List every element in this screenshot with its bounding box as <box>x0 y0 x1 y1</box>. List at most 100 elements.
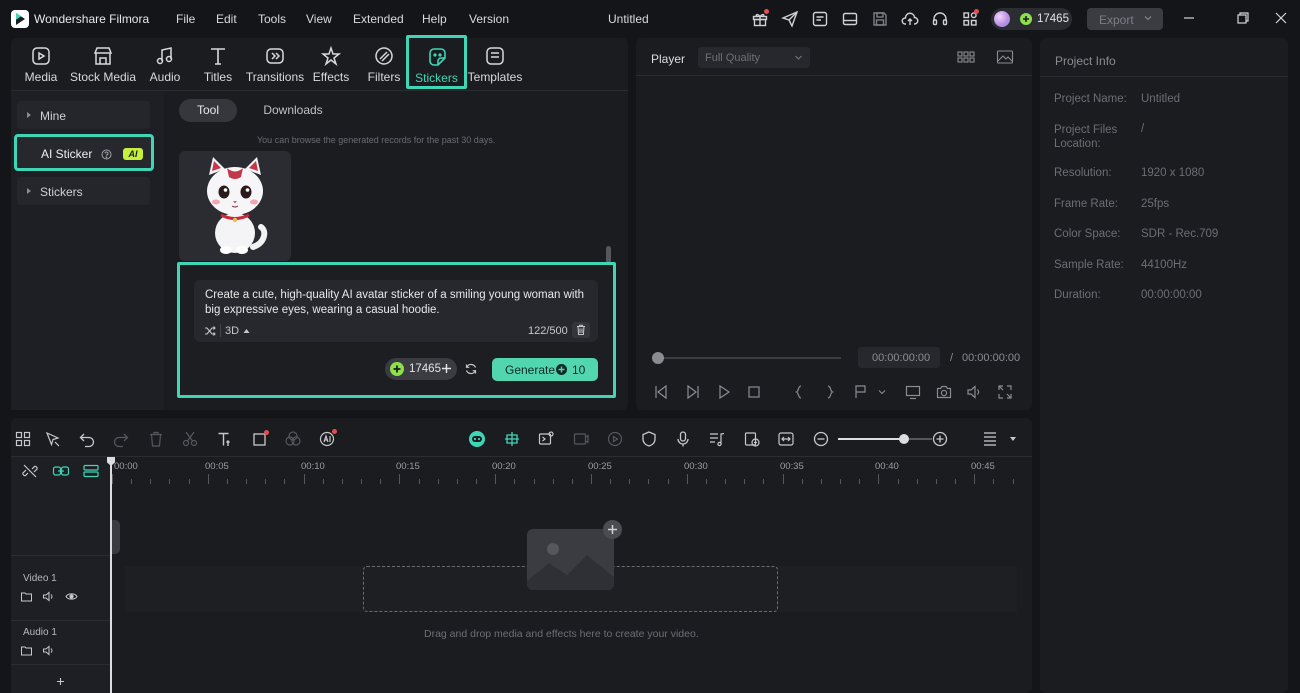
add-track-icon[interactable] <box>56 677 65 686</box>
sidebar-item-ai-sticker[interactable]: AI Sticker AI <box>14 134 154 171</box>
split-scissors-icon[interactable] <box>181 430 199 448</box>
mark-in-icon[interactable] <box>791 384 807 400</box>
auto-highlight-icon[interactable] <box>537 430 555 448</box>
menu-extended[interactable]: Extended <box>353 12 404 26</box>
tab-media[interactable]: Media <box>11 45 71 87</box>
speed-icon[interactable] <box>606 430 624 448</box>
text-tool-icon[interactable] <box>216 430 234 448</box>
tab-stickers[interactable]: Stickers <box>406 35 467 89</box>
shield-icon[interactable] <box>640 430 658 448</box>
tab-templates[interactable]: Templates <box>465 45 525 87</box>
zoom-out-icon[interactable] <box>812 430 830 448</box>
unlink-icon[interactable] <box>22 463 38 479</box>
tab-filters[interactable]: Filters <box>354 45 414 87</box>
current-time-field[interactable]: 00:00:00:00 <box>858 347 940 368</box>
layout-grid-icon[interactable] <box>14 430 32 448</box>
menu-tools[interactable]: Tools <box>258 12 286 26</box>
tab-transitions[interactable]: Transitions <box>244 45 306 87</box>
menu-version[interactable]: Version <box>469 12 509 26</box>
stop-icon[interactable] <box>746 384 762 400</box>
camera-icon[interactable] <box>936 384 952 400</box>
folder-lock-icon[interactable] <box>20 644 33 657</box>
delete-icon[interactable] <box>147 430 165 448</box>
eye-icon[interactable] <box>65 590 78 603</box>
ai-assistant-icon[interactable] <box>468 430 486 448</box>
layout-icon[interactable] <box>841 10 859 28</box>
gift-icon[interactable] <box>751 9 769 28</box>
apps-grid-icon[interactable] <box>961 9 979 28</box>
cloud-upload-icon[interactable] <box>901 10 919 28</box>
track-settings-icon[interactable] <box>981 430 999 448</box>
tab-audio[interactable]: Audio <box>135 45 195 87</box>
tab-effects[interactable]: Effects <box>301 45 361 87</box>
menu-file[interactable]: File <box>176 12 195 26</box>
crop-icon[interactable] <box>251 430 269 448</box>
delete-button[interactable] <box>572 322 590 338</box>
mark-out-icon[interactable] <box>822 384 838 400</box>
add-media-icon[interactable] <box>603 520 622 539</box>
ai-copilot-icon[interactable] <box>743 430 761 448</box>
tab-titles[interactable]: Titles <box>188 45 248 87</box>
caret-down-icon[interactable] <box>1009 436 1017 442</box>
folder-lock-icon[interactable] <box>20 590 33 603</box>
microphone-icon[interactable] <box>674 430 692 448</box>
track-manager-icon[interactable] <box>82 463 100 479</box>
volume-icon[interactable] <box>966 384 982 400</box>
color-icon[interactable] <box>284 430 302 448</box>
sidebar-item-stickers[interactable]: Stickers <box>17 177 150 205</box>
help-icon[interactable] <box>101 149 112 160</box>
menu-view[interactable]: View <box>306 12 332 26</box>
marker-icon[interactable] <box>853 384 869 400</box>
quality-select[interactable]: Full Quality <box>698 47 810 68</box>
previous-frame-icon[interactable] <box>653 384 669 400</box>
feedback-icon[interactable] <box>811 10 829 28</box>
minimize-icon[interactable] <box>1182 11 1196 25</box>
menu-help[interactable]: Help <box>422 12 447 26</box>
generate-button[interactable]: Generate 10 <box>492 358 598 381</box>
credits-pill[interactable]: 17465 <box>385 358 457 380</box>
record-screen-icon[interactable] <box>572 430 590 448</box>
playhead-handle[interactable] <box>652 352 664 364</box>
save-icon[interactable] <box>871 10 889 28</box>
link-clips-icon[interactable] <box>52 463 70 479</box>
magnet-snap-icon[interactable] <box>503 430 521 448</box>
timeline-ruler[interactable] <box>112 472 1030 486</box>
prompt-input[interactable]: Create a cute, high-quality AI avatar st… <box>194 280 598 342</box>
next-frame-icon[interactable] <box>685 384 701 400</box>
display-icon[interactable] <box>905 384 921 400</box>
sidebar-item-mine[interactable]: Mine <box>17 101 150 129</box>
avatar[interactable] <box>994 11 1010 27</box>
fit-timeline-icon[interactable] <box>777 430 795 448</box>
playback-progress-track[interactable] <box>657 357 841 359</box>
close-icon[interactable] <box>1274 11 1288 25</box>
snapshot-image-icon[interactable] <box>996 49 1014 65</box>
maximize-icon[interactable] <box>1236 11 1250 25</box>
grid-view-icon[interactable] <box>957 49 975 65</box>
undo-icon[interactable] <box>78 430 96 448</box>
headset-icon[interactable] <box>931 10 949 28</box>
tab-downloads[interactable]: Downloads <box>252 99 334 122</box>
volume-icon[interactable] <box>42 644 55 657</box>
tab-tool[interactable]: Tool <box>179 99 237 122</box>
select-tool-icon[interactable] <box>44 430 62 448</box>
send-icon[interactable] <box>781 10 799 28</box>
ai-tools-icon[interactable] <box>318 429 337 448</box>
chevron-down-icon[interactable] <box>878 388 886 396</box>
redo-icon[interactable] <box>112 430 130 448</box>
tab-stock-media[interactable]: Stock Media <box>68 45 138 87</box>
play-icon[interactable] <box>716 384 732 400</box>
menu-edit[interactable]: Edit <box>216 12 237 26</box>
timeline-playhead[interactable] <box>110 457 112 693</box>
style-selector[interactable]: 3D <box>225 325 239 337</box>
refresh-icon[interactable] <box>464 362 478 376</box>
shuffle-icon[interactable] <box>204 325 216 337</box>
zoom-slider-thumb[interactable] <box>898 434 909 444</box>
export-button[interactable]: Export <box>1087 8 1163 30</box>
zoom-in-icon[interactable] <box>931 430 949 448</box>
account-credits[interactable]: 17465 <box>991 8 1072 30</box>
volume-icon[interactable] <box>42 590 55 603</box>
fullscreen-icon[interactable] <box>997 384 1013 400</box>
zoom-slider[interactable] <box>838 434 932 444</box>
audio-mix-icon[interactable] <box>708 430 726 448</box>
sticker-thumbnail[interactable] <box>179 151 291 261</box>
